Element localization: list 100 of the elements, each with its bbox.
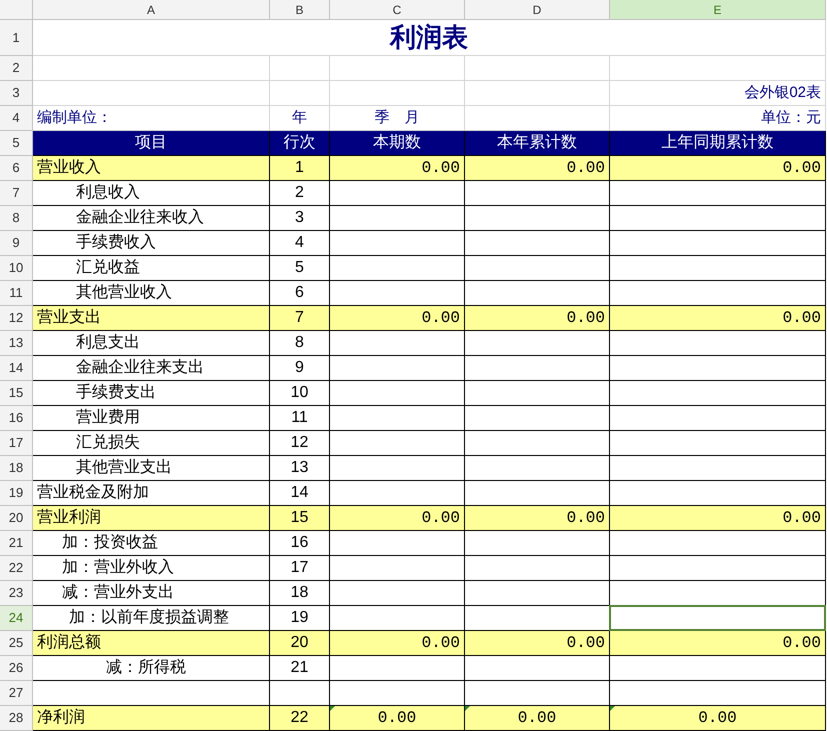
- table-cell: 金融企业往来收入: [33, 206, 270, 231]
- table-cell: 营业利润: [33, 506, 270, 531]
- table-cell: 0.00: [330, 306, 465, 331]
- table-cell: 6: [270, 281, 330, 306]
- table-cell: 汇兑损失: [33, 431, 270, 456]
- table-cell: 20: [270, 631, 330, 656]
- table-header: 上年同期累计数: [610, 131, 826, 156]
- table-cell: 加：投资收益: [33, 531, 270, 556]
- row-header[interactable]: 20: [0, 506, 33, 531]
- error-flag-icon: [465, 706, 470, 711]
- table-cell: 0.00: [610, 706, 826, 731]
- row-header[interactable]: 11: [0, 281, 33, 306]
- column-header[interactable]: E: [610, 0, 826, 20]
- error-flag-icon: [330, 706, 335, 711]
- table-cell: 加：营业外收入: [33, 556, 270, 581]
- row-header[interactable]: 1: [0, 20, 33, 56]
- table-cell: 手续费收入: [33, 231, 270, 256]
- table-cell: 0.00: [610, 306, 826, 331]
- sheet-title: 利润表: [33, 20, 826, 56]
- row-header[interactable]: 15: [0, 381, 33, 406]
- row-header[interactable]: 2: [0, 56, 33, 81]
- table-cell: 其他营业支出: [33, 456, 270, 481]
- row-header[interactable]: 5: [0, 131, 33, 156]
- table-cell: 3: [270, 206, 330, 231]
- error-flag-icon: [610, 706, 615, 711]
- row-header[interactable]: 7: [0, 181, 33, 206]
- table-cell: 营业收入: [33, 156, 270, 181]
- column-header[interactable]: B: [270, 0, 330, 20]
- row-header[interactable]: 13: [0, 331, 33, 356]
- table-cell: 0.00: [610, 631, 826, 656]
- empty-cell: [270, 56, 330, 81]
- row-header[interactable]: 4: [0, 106, 33, 131]
- row-header[interactable]: 24: [0, 606, 33, 631]
- table-cell: 1: [270, 156, 330, 181]
- table-cell: 2: [270, 181, 330, 206]
- table-cell: 利润总额: [33, 631, 270, 656]
- table-cell: 利息支出: [33, 331, 270, 356]
- row-header[interactable]: 12: [0, 306, 33, 331]
- table-cell: 15: [270, 506, 330, 531]
- table-cell: 0.00: [465, 306, 610, 331]
- form-code: 会外银02表: [610, 81, 826, 106]
- row-header[interactable]: 19: [0, 481, 33, 506]
- row-header[interactable]: 25: [0, 631, 33, 656]
- table-cell: 减：所得税: [33, 656, 270, 681]
- table-cell: 手续费支出: [33, 381, 270, 406]
- row-header[interactable]: 27: [0, 681, 33, 706]
- table-cell: 13: [270, 456, 330, 481]
- column-header[interactable]: C: [330, 0, 465, 20]
- table-cell: 0.00: [330, 631, 465, 656]
- table-cell: 8: [270, 331, 330, 356]
- row-header[interactable]: 10: [0, 256, 33, 281]
- table-header: 本年累计数: [465, 131, 610, 156]
- table-cell: 减：营业外支出: [33, 581, 270, 606]
- table-header: 项目: [33, 131, 270, 156]
- table-cell: 11: [270, 406, 330, 431]
- table-cell: 4: [270, 231, 330, 256]
- table-cell: 19: [270, 606, 330, 631]
- table-cell: 0.00: [330, 156, 465, 181]
- table-header: 本期数: [330, 131, 465, 156]
- row-header[interactable]: 14: [0, 356, 33, 381]
- table-cell: 0.00: [330, 706, 465, 731]
- table-cell: 10: [270, 381, 330, 406]
- row-header[interactable]: 22: [0, 556, 33, 581]
- table-cell: 营业税金及附加: [33, 481, 270, 506]
- table-header: 行次: [270, 131, 330, 156]
- table-cell: 0.00: [610, 506, 826, 531]
- row-header[interactable]: 28: [0, 706, 33, 731]
- column-header[interactable]: A: [33, 0, 270, 20]
- table-cell: 9: [270, 356, 330, 381]
- table-cell: 净利润: [33, 706, 270, 731]
- row-header[interactable]: 16: [0, 406, 33, 431]
- column-header[interactable]: D: [465, 0, 610, 20]
- row-header[interactable]: 6: [0, 156, 33, 181]
- select-all-corner[interactable]: [0, 0, 33, 20]
- table-cell: 5: [270, 256, 330, 281]
- table-cell: 0.00: [330, 506, 465, 531]
- table-cell: 18: [270, 581, 330, 606]
- table-cell: 21: [270, 656, 330, 681]
- row-header[interactable]: 23: [0, 581, 33, 606]
- row-header[interactable]: 8: [0, 206, 33, 231]
- table-cell: 加：以前年度损益调整: [33, 606, 270, 631]
- table-cell: 汇兑收益: [33, 256, 270, 281]
- table-cell: 利息收入: [33, 181, 270, 206]
- table-cell: 0.00: [465, 631, 610, 656]
- table-cell: 22: [270, 706, 330, 731]
- table-cell: 0.00: [465, 706, 610, 731]
- row-header[interactable]: 21: [0, 531, 33, 556]
- table-cell: 0.00: [465, 506, 610, 531]
- row-header[interactable]: 9: [0, 231, 33, 256]
- table-cell: 营业费用: [33, 406, 270, 431]
- table-cell: 金融企业往来支出: [33, 356, 270, 381]
- table-cell: 0.00: [610, 156, 826, 181]
- row-header[interactable]: 26: [0, 656, 33, 681]
- row-header[interactable]: 18: [0, 456, 33, 481]
- table-cell: 17: [270, 556, 330, 581]
- table-cell: 14: [270, 481, 330, 506]
- row-header[interactable]: 17: [0, 431, 33, 456]
- row-header[interactable]: 3: [0, 81, 33, 106]
- empty-cell: [270, 81, 330, 106]
- table-cell: 16: [270, 531, 330, 556]
